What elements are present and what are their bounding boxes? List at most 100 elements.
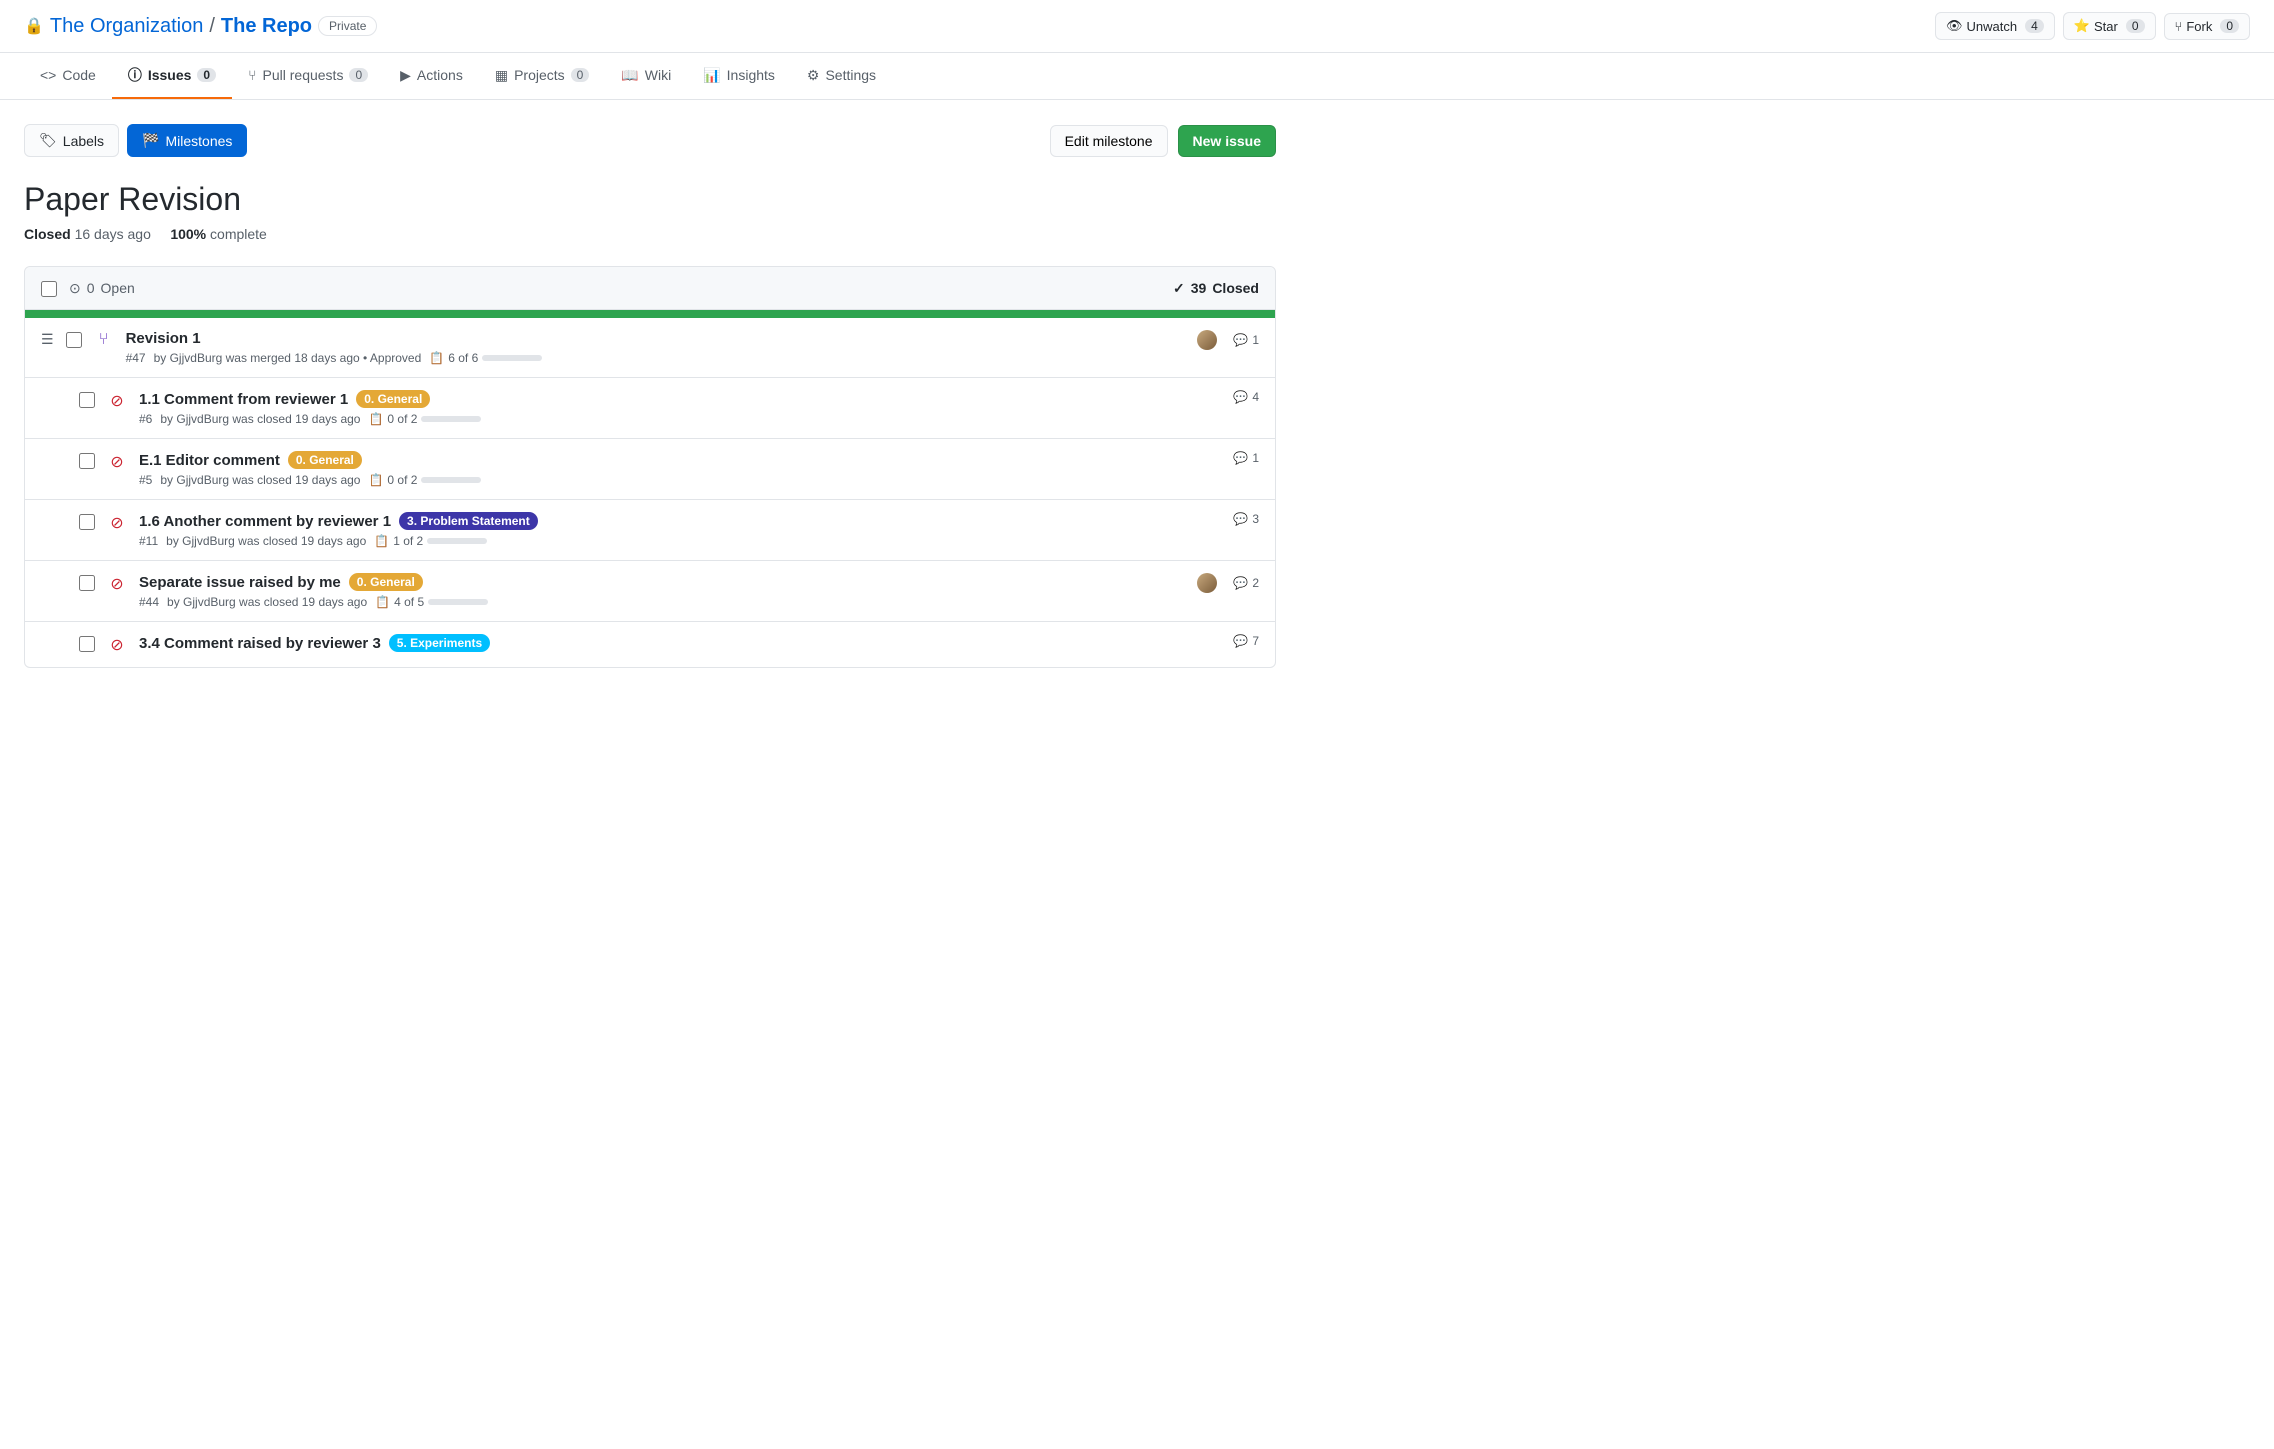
- task-progress: 📋 0 of 2: [368, 412, 481, 426]
- issue-row: ⊘ 1.1 Comment from reviewer 1 0. General…: [25, 378, 1275, 439]
- closed-count: ✓ 39 Closed: [1173, 280, 1259, 297]
- comment-count-value: 1: [1252, 451, 1259, 465]
- task-count: 0 of 2: [387, 473, 417, 487]
- repo-title: 🔒 The Organization / The Repo Private: [24, 15, 1927, 38]
- fork-label: Fork: [2186, 19, 2212, 34]
- milestones-button[interactable]: 🏁 Milestones: [127, 124, 247, 157]
- tab-projects[interactable]: ▦ Projects 0: [479, 53, 606, 99]
- issue-title[interactable]: 3.4 Comment raised by reviewer 3: [139, 635, 381, 652]
- issue-checkbox[interactable]: [79, 453, 95, 469]
- org-name-link[interactable]: The Organization: [50, 15, 203, 38]
- issue-content: Separate issue raised by me 0. General #…: [139, 573, 1185, 609]
- issue-title[interactable]: 1.6 Another comment by reviewer 1: [139, 513, 391, 530]
- title-separator: /: [209, 15, 215, 38]
- labels-button[interactable]: 🏷 Labels: [24, 124, 119, 157]
- milestone-status: Closed: [24, 226, 71, 242]
- issue-title[interactable]: 1.1 Comment from reviewer 1: [139, 391, 348, 408]
- unwatch-button[interactable]: 👁 Unwatch 4: [1935, 12, 2055, 40]
- select-all-checkbox[interactable]: [41, 281, 57, 297]
- task-count: 1 of 2: [393, 534, 423, 548]
- tab-code[interactable]: <> Code: [24, 53, 112, 99]
- pr-count: 0: [349, 68, 368, 82]
- milestone-time-value: 16 days ago: [75, 226, 151, 242]
- issues-icon: ⓘ: [128, 65, 142, 85]
- lock-icon: 🔒: [24, 16, 44, 36]
- progress-bar-fill: [25, 310, 1275, 318]
- issue-title[interactable]: Separate issue raised by me: [139, 574, 341, 591]
- label-badge: 0. General: [356, 390, 430, 408]
- open-count: ⊙ 0 Open: [69, 280, 135, 297]
- issue-row: ☰ ⑂ Revision 1 #47 by GjjvdBurg was merg…: [25, 318, 1275, 378]
- edit-milestone-button[interactable]: Edit milestone: [1050, 125, 1168, 157]
- task-icon: 📋: [368, 412, 383, 426]
- tab-pr-label: Pull requests: [263, 67, 344, 83]
- pr-icon: ⑂: [248, 67, 256, 83]
- issue-content: 3.4 Comment raised by reviewer 3 5. Expe…: [139, 634, 1221, 652]
- tab-code-label: Code: [62, 67, 95, 83]
- tab-insights-label: Insights: [727, 67, 775, 83]
- task-progress: 📋 1 of 2: [374, 534, 487, 548]
- issue-number: #6: [139, 412, 152, 426]
- comment-icon: 💬: [1233, 512, 1248, 526]
- task-count: 6 of 6: [448, 351, 478, 365]
- task-bar: [421, 477, 481, 483]
- task-bar: [421, 416, 481, 422]
- open-count-value: 0: [87, 280, 95, 296]
- label-badge: 5. Experiments: [389, 634, 490, 652]
- task-count: 4 of 5: [394, 595, 424, 609]
- issue-row: ⊘ E.1 Editor comment 0. General #5 by Gj…: [25, 439, 1275, 500]
- task-icon: 📋: [429, 351, 444, 365]
- tab-issues[interactable]: ⓘ Issues 0: [112, 53, 232, 99]
- closed-count-value: 39: [1191, 280, 1207, 296]
- tag-icon: 🏷: [39, 132, 57, 149]
- tab-settings[interactable]: ⚙ Settings: [791, 53, 892, 99]
- repo-name-link[interactable]: The Repo: [221, 15, 312, 38]
- fork-icon: ⑂: [2175, 19, 2183, 34]
- open-label: Open: [101, 280, 135, 296]
- unwatch-count: 4: [2025, 19, 2044, 33]
- tab-actions-label: Actions: [417, 67, 463, 83]
- issue-closed-icon: ⊘: [107, 635, 127, 655]
- issue-checkbox[interactable]: [66, 332, 82, 348]
- drag-handle: ☰: [41, 331, 54, 348]
- issue-title[interactable]: Revision 1: [126, 330, 201, 347]
- comment-count-value: 3: [1252, 512, 1259, 526]
- star-label: Star: [2094, 19, 2118, 34]
- issue-right: 💬 1: [1197, 330, 1259, 350]
- issue-author: by GjjvdBurg was closed 19 days ago: [167, 595, 367, 609]
- comment-icon: 💬: [1233, 333, 1248, 347]
- tab-actions[interactable]: ▶ Actions: [384, 53, 479, 99]
- comment-count: 💬 1: [1233, 333, 1259, 347]
- issue-closed-icon: ⊘: [107, 391, 127, 411]
- fork-button[interactable]: ⑂ Fork 0: [2164, 13, 2251, 40]
- star-button[interactable]: ⭐ Star 0: [2063, 12, 2156, 40]
- tab-wiki[interactable]: 📖 Wiki: [605, 53, 687, 99]
- new-issue-button[interactable]: New issue: [1178, 125, 1276, 157]
- issue-title[interactable]: E.1 Editor comment: [139, 452, 280, 469]
- issue-author: by GjjvdBurg was closed 19 days ago: [160, 473, 360, 487]
- milestone-complete-label: complete: [210, 226, 267, 242]
- issue-checkbox[interactable]: [79, 392, 95, 408]
- task-bar: [427, 538, 487, 544]
- issue-checkbox[interactable]: [79, 575, 95, 591]
- issue-closed-icon: ⊘: [107, 452, 127, 472]
- tab-issues-label: Issues: [148, 67, 192, 83]
- issue-meta: #6 by GjjvdBurg was closed 19 days ago 📋…: [139, 412, 1221, 426]
- avatar: [1197, 330, 1217, 350]
- comment-count-value: 7: [1252, 634, 1259, 648]
- tab-insights[interactable]: 📊 Insights: [687, 53, 791, 99]
- milestone-meta: Closed 16 days ago 100% complete: [24, 226, 1276, 242]
- task-bar: [482, 355, 542, 361]
- issue-meta: #47 by GjjvdBurg was merged 18 days ago …: [126, 351, 1186, 365]
- issue-meta: #11 by GjjvdBurg was closed 19 days ago …: [139, 534, 1221, 548]
- comment-count: 💬 7: [1233, 634, 1259, 648]
- star-icon: ⭐: [2074, 18, 2090, 34]
- issue-checkbox[interactable]: [79, 636, 95, 652]
- actions-icon: ▶: [400, 67, 411, 84]
- main-content: 🏷 Labels 🏁 Milestones Edit milestone New…: [0, 100, 1300, 692]
- comment-count-value: 2: [1252, 576, 1259, 590]
- nav-tabs: <> Code ⓘ Issues 0 ⑂ Pull requests 0 ▶ A…: [0, 53, 2274, 100]
- issue-checkbox[interactable]: [79, 514, 95, 530]
- tab-pull-requests[interactable]: ⑂ Pull requests 0: [232, 53, 384, 99]
- eye-icon: 👁: [1946, 18, 1963, 34]
